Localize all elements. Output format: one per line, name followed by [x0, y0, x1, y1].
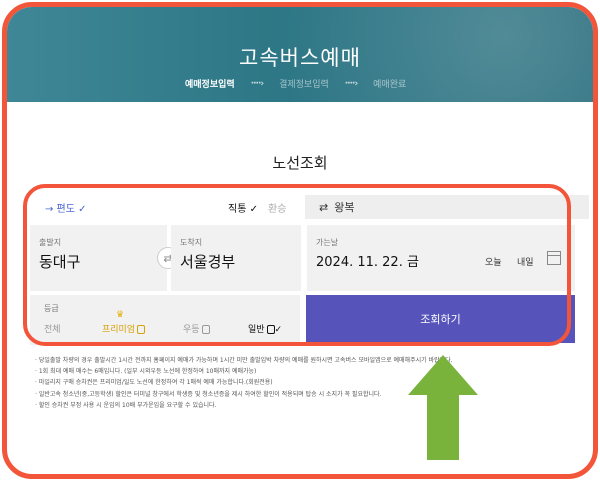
step-booking-info: 예매정보입력: [185, 80, 235, 90]
grade-row: 등급 전체 ♛ 프리미엄 우등 일반 ✓ 조회하기: [30, 295, 575, 345]
step-arrow-icon: ····›: [250, 78, 264, 89]
note-item: · 일반고속 청소년(중,고등학생) 할인은 터미널 창구에서 학생증 및 청소…: [35, 390, 382, 398]
step-arrow-icon: ····›: [344, 78, 358, 89]
page-title: 고속버스예매: [239, 46, 361, 70]
screenshot-frame: 고속버스예매 예매정보입력 ····› 결제정보입력 ····› 예매완료 노선…: [2, 2, 598, 479]
direct-option[interactable]: 직통 ✓: [228, 200, 258, 215]
step-booking-complete: 예매완료: [373, 80, 407, 90]
step-payment-info: 결제정보입력: [279, 80, 329, 90]
oneway-tab[interactable]: → 편도 ✓: [45, 200, 87, 215]
arrival-field[interactable]: 도착지 서울경부: [171, 225, 301, 291]
seat-icon: [201, 325, 210, 334]
grade-selector: 등급 전체 ♛ 프리미엄 우등 일반 ✓: [30, 295, 300, 345]
roundtrip-tab[interactable]: ⇄ 왕복: [305, 195, 589, 219]
booking-steps: 예매정보입력 ····› 결제정보입력 ····› 예매완료: [185, 77, 407, 91]
search-button[interactable]: 조회하기: [306, 295, 575, 343]
departure-date-field[interactable]: 가는날 2024. 11. 22. 금 오늘 내일: [307, 225, 575, 291]
swap-arrows-icon: ⇄: [319, 200, 329, 214]
grade-label: 등급: [44, 304, 59, 313]
departure-value: 동대구: [39, 253, 81, 271]
seat-icon: [137, 325, 146, 334]
grade-excellent[interactable]: 우등: [183, 322, 210, 335]
note-item: · 1회 최대 예매 매수는 6매입니다. (일부 시외우등 노선에 한정하여 …: [35, 368, 257, 376]
green-arrow-icon: [408, 355, 478, 460]
grade-general-label: 일반: [248, 325, 265, 335]
calendar-icon[interactable]: [547, 251, 561, 265]
date-value: 2024. 11. 22. 금: [316, 255, 419, 270]
today-button[interactable]: 오늘: [485, 255, 502, 268]
note-item: · 할인 승차권 부정 사용 시 운임의 10배 부가운임을 요구할 수 있습니…: [35, 401, 217, 409]
roundtrip-label: 왕복: [334, 201, 355, 214]
grade-premium-label: 프리미엄: [102, 325, 136, 335]
departure-label: 출발지: [39, 238, 62, 247]
booking-notes: · 당일출발 차량의 경우 출발시간 1시간 전까지 홈페이지 예매가 가능하며…: [35, 355, 575, 411]
date-label: 가는날: [316, 238, 339, 247]
grade-excellent-label: 우등: [183, 325, 200, 335]
grade-premium[interactable]: 프리미엄: [102, 322, 146, 335]
route-search-title: 노선조회: [272, 154, 328, 172]
tomorrow-button[interactable]: 내일: [517, 255, 534, 268]
page-header-banner: 고속버스예매 예매정보입력 ····› 결제정보입력 ····› 예매완료: [7, 7, 593, 102]
note-item: · 당일출발 차량의 경우 출발시간 1시간 전까지 홈페이지 예매가 가능하며…: [35, 357, 453, 364]
crown-icon: ♛: [116, 310, 125, 320]
trip-options-bar: → 편도 ✓ 직통 ✓ 환승 ⇄ 왕복: [30, 195, 589, 219]
note-item: · 마일리지 구매 승차권은 프리미엄/일도 노선에 한정하여 각 1매씩 예매…: [35, 379, 273, 387]
route-fields: 출발지 동대구 ⇄ 도착지 서울경부 가는날 2024. 11. 22. 금 오…: [30, 225, 575, 291]
transfer-option[interactable]: 환승: [268, 200, 286, 215]
grade-all[interactable]: 전체: [44, 322, 61, 335]
seat-icon: [266, 325, 275, 334]
check-icon: ✓: [274, 325, 283, 335]
arrival-value: 서울경부: [180, 253, 236, 271]
departure-field[interactable]: 출발지 동대구: [30, 225, 167, 291]
arrival-label: 도착지: [180, 238, 203, 247]
grade-general[interactable]: 일반 ✓: [248, 322, 282, 335]
